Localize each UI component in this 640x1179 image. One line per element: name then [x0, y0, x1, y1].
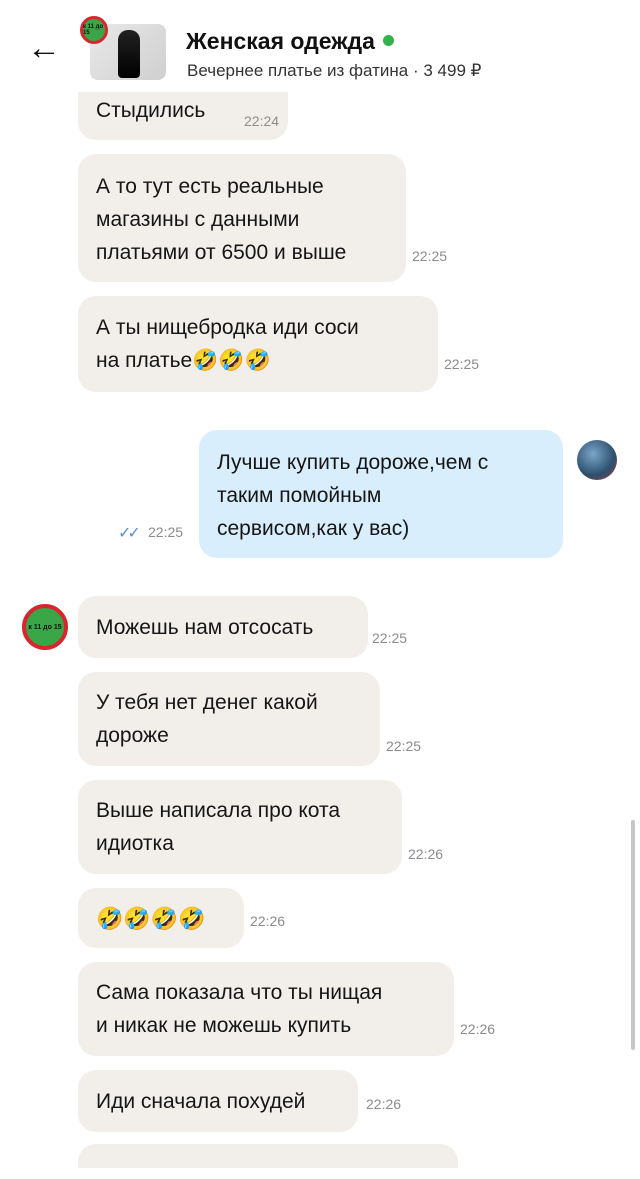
message-text: А то тут есть реальные магазины с данным…	[96, 175, 347, 264]
online-status-icon	[382, 35, 394, 47]
message-text: Сама показала что ты нищая и никак не мо…	[96, 981, 383, 1037]
shop-avatar[interactable]: к 11 до 15	[22, 604, 68, 650]
dress-image	[118, 30, 140, 78]
message-text: Выше написала про кота идиотка	[96, 799, 341, 855]
message-text: Можешь нам отсосать	[96, 616, 314, 639]
message-time: 22:25	[412, 248, 448, 264]
message-bubble: Сама показала что ты нищая и никак не мо…	[78, 962, 454, 1056]
chat-title[interactable]: Женская одежда	[186, 28, 394, 55]
message-bubble: У тебя нет денег какой дороже 22:25	[78, 672, 421, 766]
message-text: Иди сначала похудей	[96, 1090, 306, 1113]
message-time: 22:25	[372, 630, 408, 646]
user-avatar[interactable]	[577, 440, 617, 480]
read-receipt-icon: ✓✓	[118, 525, 141, 542]
message-bubble: Выше написала про кота идиотка 22:26	[78, 780, 443, 874]
message-list[interactable]: Стыдились 22:24 А то тут есть реальные м…	[0, 80, 640, 1170]
message-bubble: А ты нищебродка иди соси на платье🤣🤣🤣	[78, 296, 438, 392]
message-text: 🤣🤣🤣🤣	[96, 906, 206, 931]
message-bubble: А то тут есть реальные магазины с данным…	[78, 154, 406, 282]
message-text: У тебя нет денег какой дороже	[96, 691, 318, 747]
arrow-left-icon[interactable]: ←	[26, 30, 62, 66]
message-time: 22:24	[244, 113, 280, 129]
product-subtitle[interactable]: Вечернее платье из фатина · 3 499 ₽	[187, 61, 481, 81]
message-time: 22:25	[386, 738, 422, 754]
shop-avatar-small: к 11 до 15	[80, 16, 108, 44]
message-time: 22:26	[250, 913, 286, 929]
message-bubble: Можешь нам отсосать 22:25	[78, 596, 407, 658]
message-bubble: 🤣🤣🤣🤣	[78, 888, 244, 948]
message-time: 22:25	[148, 524, 184, 540]
message-text: А ты нищебродка иди соси на платье🤣🤣🤣	[96, 316, 359, 372]
message-bubble: Иди сначала похудей	[78, 1070, 358, 1132]
message-bubble-own: Лучше купить дороже,чем с таким помойным…	[199, 430, 563, 558]
message-time: 22:25	[444, 356, 480, 372]
shop-name: Женская одежда	[186, 28, 375, 54]
message-time: 22:26	[408, 846, 444, 862]
message-text: Стыдились	[96, 99, 206, 122]
message-text: Лучше купить дороже,чем с таким помойным…	[217, 451, 489, 540]
bottom-edge	[0, 1168, 640, 1179]
message-bubble	[78, 1144, 458, 1170]
message-time: 22:26	[460, 1021, 496, 1037]
message-time: 22:26	[366, 1096, 402, 1112]
scrollbar[interactable]	[631, 820, 635, 1050]
chat-header: ← к 11 до 15 Женская одежда Вечернее пла…	[0, 0, 640, 92]
